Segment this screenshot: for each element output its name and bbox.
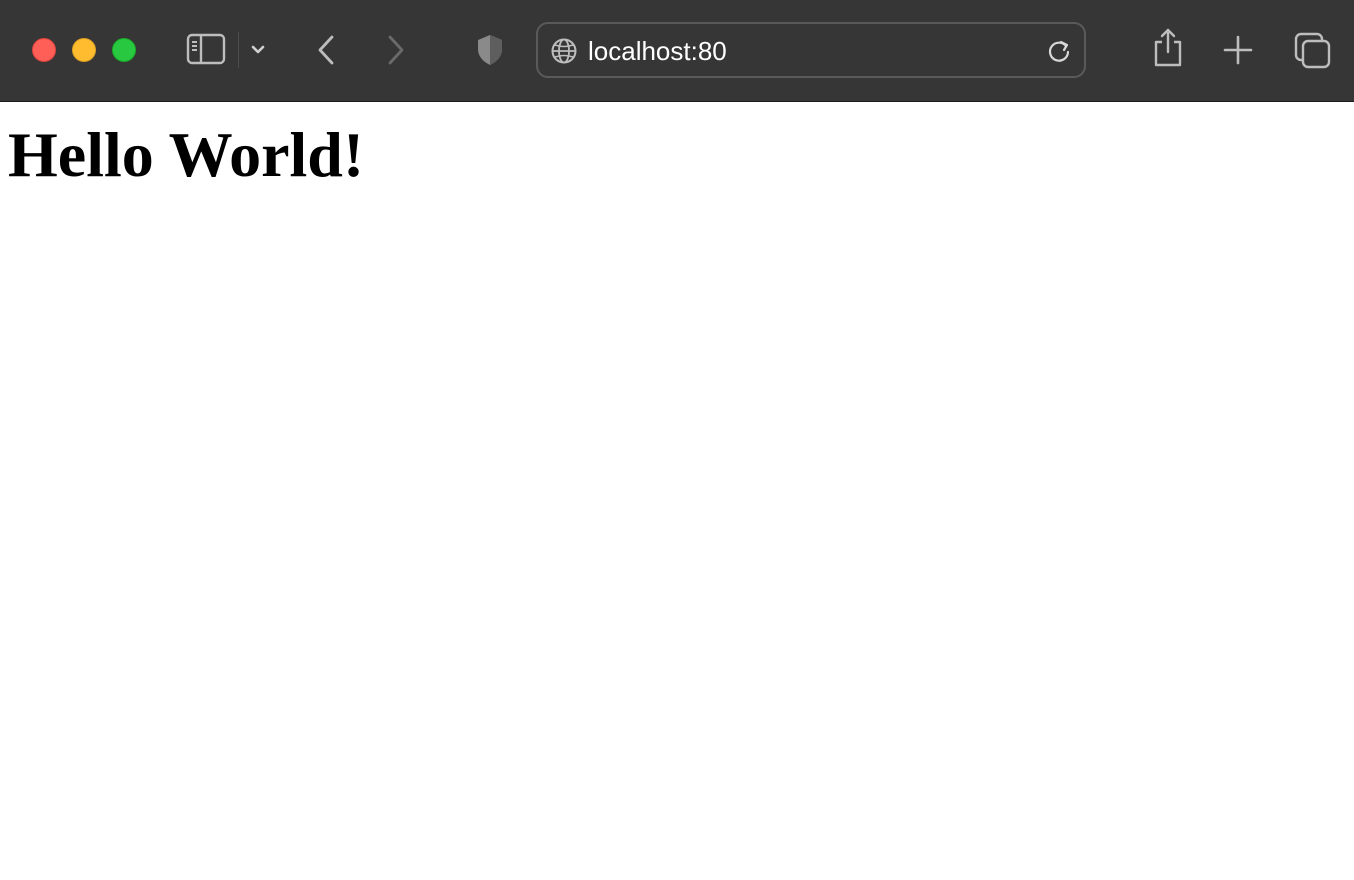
sidebar-icon [186, 33, 226, 65]
privacy-report-button[interactable] [474, 32, 506, 68]
toolbar-divider [238, 32, 239, 68]
tab-overview-icon [1294, 32, 1331, 69]
share-icon [1154, 28, 1182, 67]
chevron-down-icon [251, 45, 265, 54]
new-tab-button[interactable] [1220, 32, 1256, 68]
zoom-window-button[interactable] [112, 38, 136, 62]
close-window-button[interactable] [32, 38, 56, 62]
forward-arrow-icon [388, 35, 404, 65]
browser-window: localhost:80 Hello World! [0, 0, 1354, 880]
browser-toolbar: localhost:80 [0, 0, 1354, 102]
back-arrow-icon [318, 35, 334, 65]
page-content: Hello World! [0, 103, 1354, 880]
tab-overview-button[interactable] [1292, 30, 1332, 70]
sidebar-toggle-button[interactable] [184, 31, 230, 69]
globe-icon [550, 37, 578, 65]
privacy-shield-icon [478, 35, 502, 65]
address-bar[interactable]: localhost:80 [536, 22, 1086, 78]
page-heading: Hello World! [8, 119, 365, 190]
reload-icon [1048, 40, 1070, 62]
forward-button[interactable] [382, 32, 410, 68]
minimize-window-button[interactable] [72, 38, 96, 62]
reload-button[interactable] [1044, 36, 1074, 66]
url-text[interactable]: localhost:80 [588, 36, 727, 66]
back-button[interactable] [312, 32, 340, 68]
share-button[interactable] [1150, 26, 1186, 70]
new-tab-icon [1223, 35, 1253, 65]
sidebar-menu-button[interactable] [248, 40, 268, 60]
